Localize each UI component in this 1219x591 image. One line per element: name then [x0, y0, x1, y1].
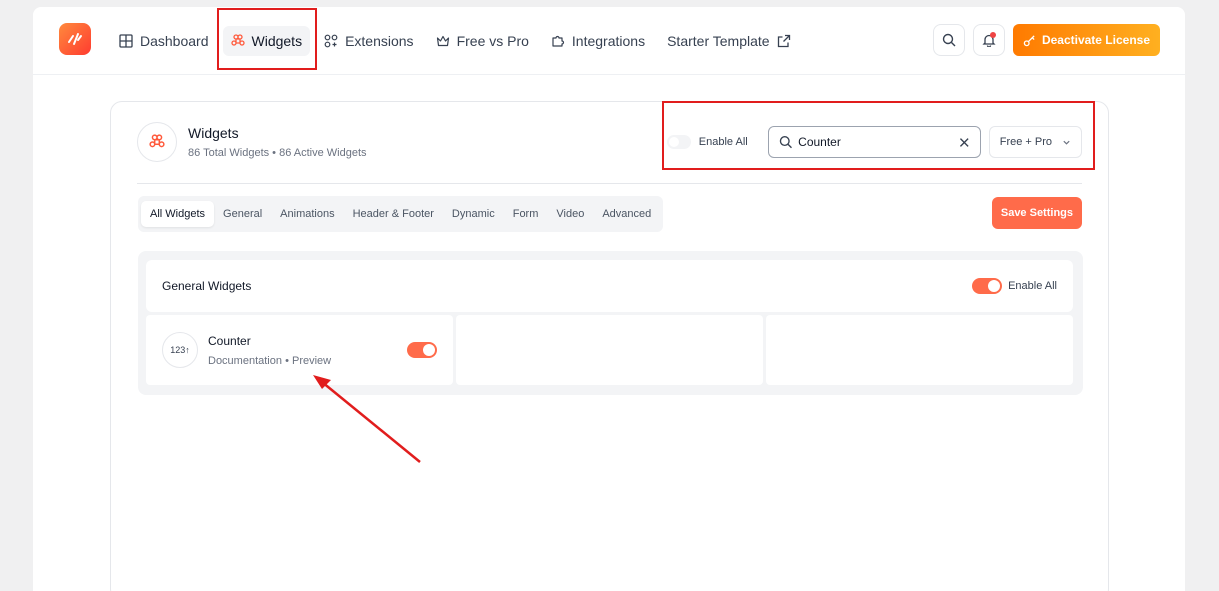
- license-label: Deactivate License: [1041, 33, 1150, 47]
- widget-grid: 123 ↑ Counter Documentation • Preview: [146, 315, 1073, 385]
- widgets-count: 86 Total Widgets • 86 Active Widgets: [188, 147, 367, 159]
- header-controls: Enable All Free + Pro: [666, 126, 1082, 158]
- nav-item-widgets[interactable]: Widgets: [222, 26, 311, 56]
- nav-item-free-vs-pro[interactable]: Free vs Pro: [436, 33, 529, 49]
- widget-links: Documentation • Preview: [208, 355, 331, 367]
- tab-dynamic[interactable]: Dynamic: [443, 201, 504, 227]
- tab-all-widgets[interactable]: All Widgets: [141, 201, 215, 227]
- command-icon: [149, 134, 165, 148]
- widget-name: Counter: [208, 333, 251, 348]
- plan-filter-select[interactable]: Free + Pro: [988, 126, 1082, 158]
- top-bar: Dashboard Widgets Extensions Free vs Pro…: [33, 7, 1185, 75]
- external-link-icon: [777, 34, 790, 48]
- widget-search: [767, 126, 981, 158]
- panel-title: General Widgets: [162, 279, 252, 293]
- command-icon: [230, 34, 245, 46]
- counter-icon-text: 123: [170, 345, 186, 355]
- notifications-button[interactable]: [972, 24, 1005, 56]
- save-settings-button[interactable]: Save Settings: [991, 197, 1082, 229]
- nav-label-integrations: Integrations: [571, 33, 646, 49]
- puzzle-icon: [552, 35, 564, 47]
- header-divider: [137, 183, 1082, 184]
- counter-icon: 123 ↑: [162, 332, 198, 368]
- extensions-icon: [324, 34, 338, 48]
- clear-icon[interactable]: [959, 137, 970, 148]
- preview-link[interactable]: Preview: [292, 355, 331, 367]
- tab-advanced[interactable]: Advanced: [593, 201, 660, 227]
- panel-enable-all: Enable All: [972, 278, 1057, 294]
- widgets-card: Widgets 86 Total Widgets • 86 Active Wid…: [110, 101, 1109, 591]
- tab-form[interactable]: Form: [504, 201, 548, 227]
- enable-all-toggle[interactable]: [666, 135, 691, 149]
- nav-item-dashboard[interactable]: Dashboard: [119, 33, 209, 49]
- panel-enable-all-label: Enable All: [1008, 280, 1057, 292]
- search-button[interactable]: [932, 24, 965, 56]
- tab-video[interactable]: Video: [547, 201, 593, 227]
- grid-icon: [119, 34, 133, 48]
- panel-header: General Widgets Enable All: [146, 260, 1073, 312]
- nav-label-dashboard: Dashboard: [140, 33, 209, 49]
- widget-toggle-counter[interactable]: [407, 342, 437, 358]
- app-window: Dashboard Widgets Extensions Free vs Pro…: [33, 7, 1185, 591]
- search-input[interactable]: [798, 135, 954, 149]
- top-actions: Deactivate License: [932, 24, 1160, 56]
- deactivate-license-button[interactable]: Deactivate License: [1012, 24, 1160, 56]
- logo-icon: [68, 33, 82, 45]
- notification-dot: [989, 32, 996, 38]
- nav-label-free-vs-pro: Free vs Pro: [456, 33, 529, 49]
- app-logo[interactable]: [59, 23, 91, 55]
- widget-card-empty: [456, 315, 763, 385]
- category-tabs: All Widgets General Animations Header & …: [138, 196, 664, 232]
- main-nav: Dashboard Widgets Extensions Free vs Pro…: [119, 7, 813, 75]
- general-widgets-panel: General Widgets Enable All 123 ↑ Counter …: [138, 251, 1083, 395]
- tab-header-footer[interactable]: Header & Footer: [344, 201, 443, 227]
- chevron-down-icon: [1063, 140, 1070, 145]
- nav-item-extensions[interactable]: Extensions: [324, 33, 414, 49]
- panel-enable-all-toggle[interactable]: [972, 278, 1003, 294]
- tab-animations[interactable]: Animations: [271, 201, 343, 227]
- page-title: Widgets: [188, 125, 239, 141]
- card-header: Widgets 86 Total Widgets • 86 Active Wid…: [137, 122, 367, 162]
- nav-label-widgets: Widgets: [251, 33, 303, 49]
- enable-all-label: Enable All: [698, 136, 748, 148]
- documentation-link[interactable]: Documentation: [208, 355, 282, 367]
- key-icon: [1023, 34, 1035, 46]
- widget-card-counter: 123 ↑ Counter Documentation • Preview: [146, 315, 453, 385]
- plan-filter-value: Free + Pro: [999, 136, 1052, 148]
- nav-label-starter-template: Starter Template: [667, 33, 770, 49]
- link-separator: •: [285, 354, 289, 367]
- search-icon: [942, 33, 956, 47]
- nav-label-extensions: Extensions: [345, 33, 414, 49]
- search-icon: [779, 136, 792, 149]
- widgets-header-icon: [137, 122, 177, 162]
- nav-item-starter-template[interactable]: Starter Template: [667, 33, 790, 49]
- tab-general[interactable]: General: [214, 201, 271, 227]
- widget-card-empty: [766, 315, 1073, 385]
- nav-item-integrations[interactable]: Integrations: [551, 33, 645, 49]
- crown-icon: [436, 35, 449, 47]
